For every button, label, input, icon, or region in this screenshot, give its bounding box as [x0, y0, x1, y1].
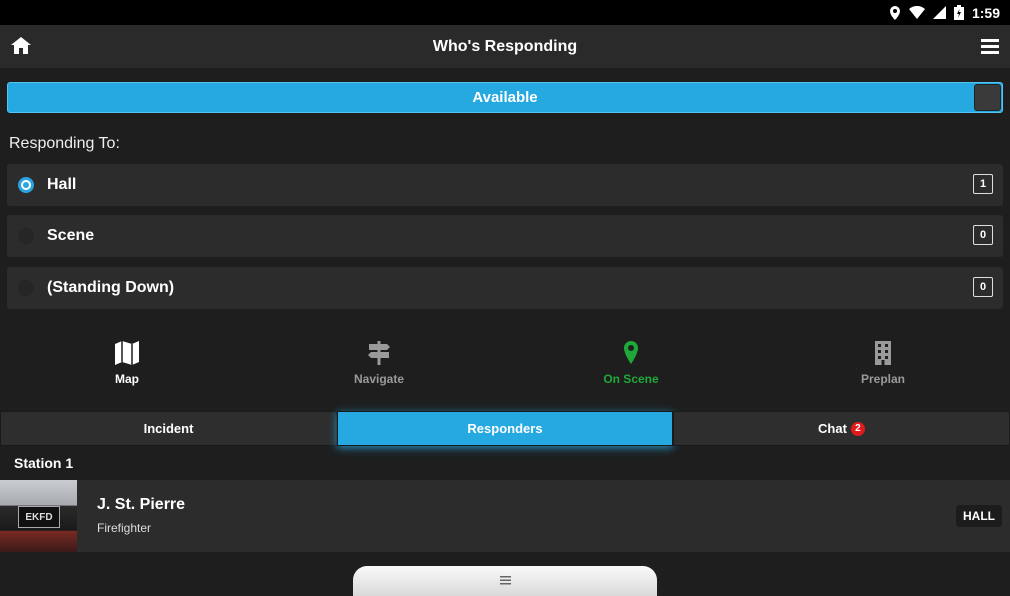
tab-label: Responders	[467, 421, 543, 436]
count-badge: 0	[973, 225, 993, 245]
preplan-label: Preplan	[860, 372, 905, 386]
battery-icon	[953, 5, 964, 20]
tab-label: Chat	[818, 421, 847, 436]
option-scene[interactable]: Scene 0	[7, 215, 1003, 257]
drag-handle-icon	[499, 572, 511, 596]
option-label: (Standing Down)	[47, 279, 175, 296]
availability-toggle[interactable]	[974, 84, 1001, 111]
responder-role: Firefighter	[97, 521, 152, 535]
radio-button[interactable]	[18, 280, 34, 296]
option-label: Scene	[47, 227, 95, 244]
tab-bar: Incident Responders Chat 2	[0, 411, 1010, 446]
on-scene-action[interactable]: On Scene	[571, 336, 691, 386]
hamburger-menu-icon[interactable]	[981, 39, 999, 59]
tab-label: Incident	[143, 421, 194, 436]
option-label: Hall	[47, 176, 77, 193]
on-scene-label: On Scene	[603, 372, 659, 386]
unread-badge: 2	[850, 421, 865, 436]
home-icon[interactable]	[11, 37, 31, 59]
availability-bar[interactable]: Available	[7, 82, 1003, 113]
avatar-emblem: EKFD	[18, 506, 60, 528]
map-action[interactable]: Map	[67, 336, 187, 386]
map-label: Map	[115, 372, 139, 386]
preplan-action[interactable]: Preplan	[823, 336, 943, 386]
tab-incident[interactable]: Incident	[0, 411, 337, 446]
option-hall[interactable]: Hall 1	[7, 164, 1003, 206]
location-icon	[889, 5, 901, 20]
radio-button[interactable]	[18, 177, 34, 193]
map-icon	[67, 340, 187, 366]
app-bar: Who's Responding	[0, 25, 1010, 68]
tab-chat[interactable]: Chat 2	[673, 411, 1010, 446]
responding-to-label: Responding To:	[9, 135, 120, 152]
wifi-icon	[908, 6, 925, 19]
page-title: Who's Responding	[432, 37, 578, 55]
count-badge: 1	[973, 174, 993, 194]
radio-button[interactable]	[18, 228, 34, 244]
action-row: Map Navigate On Scene Preplan	[0, 336, 1010, 392]
option-standing-down[interactable]: (Standing Down) 0	[7, 267, 1003, 309]
status-bar: 1:59	[0, 0, 1010, 25]
tab-responders[interactable]: Responders	[337, 411, 673, 446]
responder-status-badge: HALL	[956, 505, 1002, 527]
navigate-action[interactable]: Navigate	[319, 336, 439, 386]
group-title: Station 1	[14, 455, 74, 471]
availability-label: Available	[472, 89, 538, 106]
responder-name: J. St. Pierre	[97, 496, 186, 513]
building-icon	[823, 340, 943, 366]
signal-icon	[932, 6, 946, 19]
navigate-label: Navigate	[353, 372, 405, 386]
count-badge: 0	[973, 277, 993, 297]
avatar: EKFD	[0, 480, 77, 552]
location-pin-icon	[571, 340, 691, 366]
signpost-icon	[319, 340, 439, 366]
clock: 1:59	[971, 4, 1000, 21]
responder-row[interactable]: EKFD J. St. Pierre Firefighter HALL	[0, 480, 1010, 552]
